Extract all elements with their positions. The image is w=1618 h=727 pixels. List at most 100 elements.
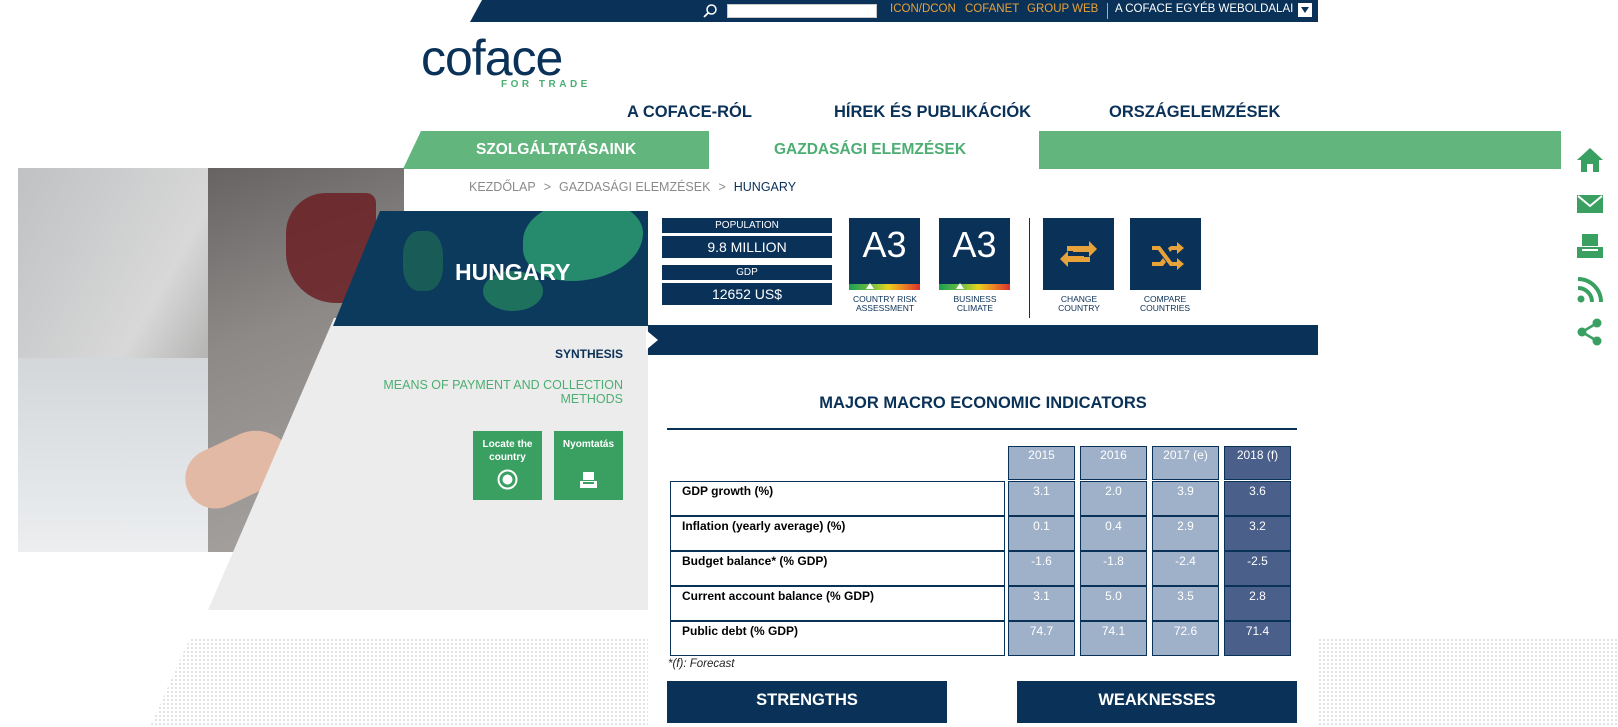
search-icon[interactable] [702, 3, 718, 19]
year-column-header: 2015 [1008, 446, 1075, 480]
link-icon-dcon[interactable]: ICON/DCON [890, 3, 956, 15]
strengths-button[interactable]: STRENGTHS [667, 681, 947, 723]
indicator-value-cell: 3.5 [1152, 586, 1219, 621]
caption-line: COUNTRIES [1139, 303, 1191, 313]
indicator-value-cell: 2.0 [1080, 481, 1147, 516]
indicator-label: Inflation (yearly average) (%) [670, 516, 1005, 551]
breadcrumb-current: HUNGARY [733, 180, 797, 194]
vertical-divider [1029, 218, 1030, 318]
breadcrumb-separator: > [543, 180, 551, 194]
indicator-value-cell: 3.9 [1152, 481, 1219, 516]
caption-line: ASSESSMENT [855, 303, 915, 313]
country-risk-caption: COUNTRY RISK ASSESSMENT [840, 295, 930, 313]
change-country-caption: CHANGE COUNTRY [1034, 295, 1124, 313]
print-icon [580, 472, 597, 488]
link-synthesis[interactable]: SYNTHESIS [555, 347, 623, 361]
rating-marker-icon [956, 283, 964, 289]
country-banner: HUNGARY [333, 211, 648, 326]
print-icon[interactable] [1576, 232, 1604, 260]
breadcrumb: KEZDŐLAP > GAZDASÁGI ELEMZÉSEK > HUNGARY [469, 180, 796, 194]
topbar-divider [1107, 3, 1108, 19]
indicator-value-cell: 0.1 [1008, 516, 1075, 551]
population-value: 9.8 MILLION [662, 234, 832, 258]
title-underline [667, 428, 1297, 430]
print-label: Nyomtatás [562, 439, 615, 450]
compare-countries-button[interactable] [1130, 218, 1201, 290]
indicator-value-cell: 5.0 [1080, 586, 1147, 621]
caption-line: COUNTRY [1058, 303, 1100, 313]
locate-country-label: Locate the country [473, 438, 542, 464]
share-icon[interactable] [1576, 318, 1604, 346]
country-risk-rating[interactable]: A3 [849, 218, 920, 290]
business-climate-caption: BUSINESS CLIMATE [930, 295, 1020, 313]
indicator-value-cell: 2.8 [1224, 586, 1291, 621]
logo-tagline: FOR TRADE [501, 79, 591, 90]
breadcrumb-home[interactable]: KEZDŐLAP [469, 180, 536, 194]
caption-line: CLIMATE [956, 303, 994, 313]
search-input[interactable] [727, 4, 877, 18]
population-label: POPULATION [662, 218, 832, 233]
year-column-header: 2018 (f) [1224, 446, 1291, 480]
nav-news-publications[interactable]: HÍREK ÉS PUBLIKÁCIÓK [834, 103, 1031, 122]
other-sites-dropdown[interactable] [1298, 3, 1312, 17]
locate-country-button[interactable]: Locate the country [473, 431, 542, 500]
link-means-of-payment[interactable]: MEANS OF PAYMENT AND COLLECTION METHODS [375, 378, 623, 406]
country-risk-grade: A3 [862, 224, 907, 265]
rating-marker-icon [866, 283, 874, 289]
table-footnote: *(f): Forecast [668, 658, 735, 670]
indicator-value-cell: 3.6 [1224, 481, 1291, 516]
sub-navigation-bar: SZOLGÁLTATÁSAINK GAZDASÁGI ELEMZÉSEK [403, 131, 1561, 169]
weaknesses-button[interactable]: WEAKNESSES [1017, 681, 1297, 723]
rating-scale [939, 284, 1010, 290]
link-cofanet[interactable]: COFANET [965, 3, 1019, 15]
tab-services[interactable]: SZOLGÁLTATÁSAINK [476, 141, 636, 159]
indicator-label: Public debt (% GDP) [670, 621, 1005, 656]
indicator-label: GDP growth (%) [670, 481, 1005, 516]
link-group-web[interactable]: GROUP WEB [1027, 3, 1098, 15]
label-line: Locate the [482, 439, 533, 450]
chevron-down-icon [1301, 7, 1309, 13]
indicator-value-cell: 71.4 [1224, 621, 1291, 656]
country-name: HUNGARY [455, 259, 571, 285]
indicator-value-cell: -2.4 [1152, 551, 1219, 586]
tab-economic-analyses[interactable]: GAZDASÁGI ELEMZÉSEK [774, 141, 966, 159]
map-shape [403, 231, 443, 291]
indicator-value-cell: -2.5 [1224, 551, 1291, 586]
breadcrumb-economic-analyses[interactable]: GAZDASÁGI ELEMZÉSEK [559, 180, 710, 194]
macro-indicators-title: MAJOR MACRO ECONOMIC INDICATORS [819, 394, 1147, 412]
target-icon [497, 469, 518, 490]
rss-icon[interactable] [1576, 276, 1604, 304]
business-climate-grade: A3 [952, 224, 997, 265]
gdp-label: GDP [662, 265, 832, 280]
nav-about-coface[interactable]: A COFACE-RÓL [627, 103, 752, 122]
indicator-value-cell: 74.7 [1008, 621, 1075, 656]
indicator-value-cell: 3.2 [1224, 516, 1291, 551]
section-stripe [648, 325, 1318, 355]
indicator-value-cell: 3.1 [1008, 586, 1075, 621]
indicator-label: Current account balance (% GDP) [670, 586, 1005, 621]
year-column-header: 2016 [1080, 446, 1147, 480]
mail-icon[interactable] [1576, 190, 1604, 218]
compare-countries-caption: COMPARE COUNTRIES [1120, 295, 1210, 313]
print-button[interactable]: Nyomtatás [554, 431, 623, 500]
breadcrumb-separator: > [718, 180, 726, 194]
shuffle-icon [1152, 242, 1184, 270]
business-climate-rating[interactable]: A3 [939, 218, 1010, 290]
stripe-arrow-icon [646, 330, 658, 350]
indicator-value-cell: -1.8 [1080, 551, 1147, 586]
change-country-button[interactable] [1043, 218, 1114, 290]
dotted-pattern-right [1318, 638, 1618, 727]
indicator-value-cell: 3.1 [1008, 481, 1075, 516]
nav-country-analyses[interactable]: ORSZÁGELEMZÉSEK [1109, 103, 1280, 122]
dotted-pattern-left [150, 638, 648, 727]
indicator-value-cell: 0.4 [1080, 516, 1147, 551]
other-sites-label[interactable]: A COFACE EGYÉB WEBOLDALAI [1115, 3, 1293, 15]
indicator-value-cell: -1.6 [1008, 551, 1075, 586]
home-icon[interactable] [1576, 146, 1604, 174]
rating-scale [849, 284, 920, 290]
indicator-value-cell: 74.1 [1080, 621, 1147, 656]
indicator-value-cell: 72.6 [1152, 621, 1219, 656]
coface-logo[interactable]: coface FOR TRADE [421, 30, 601, 92]
swap-arrows-icon [1060, 241, 1097, 267]
gdp-value: 12652 US$ [662, 281, 832, 305]
